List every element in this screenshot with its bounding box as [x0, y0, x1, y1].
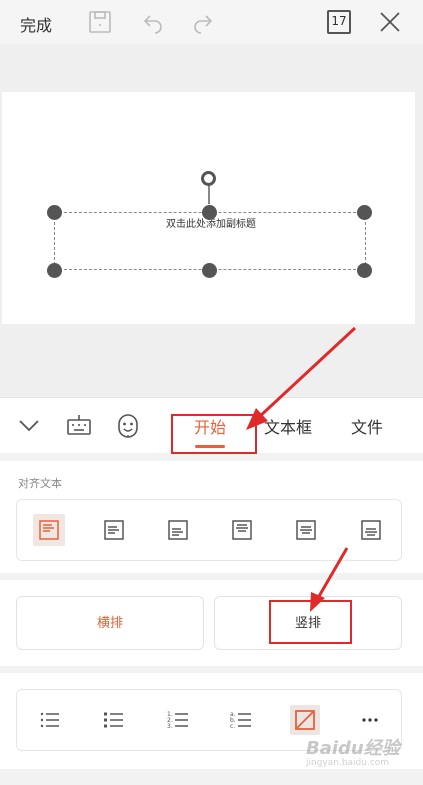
align-middle-left-button[interactable] — [98, 514, 130, 546]
align-bottom-left-icon — [168, 520, 188, 540]
resize-handle-top-right[interactable] — [357, 205, 372, 220]
close-icon[interactable] — [378, 10, 402, 34]
align-middle-center-button[interactable] — [290, 514, 322, 546]
highlight-box-vertical — [269, 600, 352, 644]
numbered-list-icon: 1.2.3. — [167, 711, 188, 730]
baidu-watermark: Baidu经验 jingyan.baidu.com — [306, 732, 416, 776]
slide-canvas-area: 双击此处添加副标题 — [0, 44, 423, 396]
save-icon[interactable] — [88, 10, 112, 34]
align-top-left-button[interactable] — [33, 514, 65, 546]
more-icon — [362, 718, 378, 722]
filled-bullet-list-icon — [104, 712, 123, 728]
svg-text:c.: c. — [230, 723, 235, 730]
align-bottom-center-icon — [361, 520, 381, 540]
align-bottom-left-button[interactable] — [162, 514, 194, 546]
tab-file[interactable]: 文件 — [351, 414, 383, 438]
no-list-icon — [295, 710, 315, 730]
lettered-list-icon: a.b.c. — [230, 711, 251, 730]
more-options-button[interactable] — [355, 705, 385, 735]
watermark-brand: Baidu经验 — [306, 738, 400, 759]
text-direction-panel: 横排 竖排 — [0, 580, 423, 666]
align-text-panel: 对齐文本 — [0, 461, 423, 573]
subtitle-textbox[interactable]: 双击此处添加副标题 — [54, 212, 366, 270]
page-count: 17 — [331, 14, 347, 28]
highlight-box-start-tab — [171, 414, 257, 454]
bullet-list-icon — [40, 712, 59, 728]
horizontal-text-button[interactable]: 横排 — [16, 596, 204, 650]
top-toolbar: 完成 17 — [0, 0, 423, 44]
no-list-button[interactable] — [290, 705, 320, 735]
resize-handle-bottom-right[interactable] — [357, 263, 372, 278]
undo-icon[interactable] — [141, 10, 165, 34]
rotation-connector — [208, 184, 210, 204]
redo-icon[interactable] — [191, 10, 215, 34]
align-top-left-icon — [39, 520, 59, 540]
edit-tabbar: 开始 文本框 文件 — [0, 397, 423, 454]
watermark-url: jingyan.baidu.com — [306, 758, 390, 768]
resize-handle-top[interactable] — [202, 205, 217, 220]
tab-textbox[interactable]: 文本框 — [264, 414, 312, 438]
done-button[interactable]: 完成 — [20, 12, 52, 36]
page-count-button[interactable]: 17 — [327, 10, 351, 34]
resize-handle-bottom-left[interactable] — [47, 263, 62, 278]
align-top-center-icon — [232, 520, 252, 540]
align-options-card — [16, 499, 402, 561]
bullet-list-button[interactable] — [35, 705, 65, 735]
align-middle-left-icon — [104, 520, 124, 540]
align-top-center-button[interactable] — [226, 514, 258, 546]
rotation-handle[interactable] — [201, 171, 216, 186]
emoji-icon[interactable] — [115, 412, 141, 438]
resize-handle-top-left[interactable] — [47, 205, 62, 220]
resize-handle-bottom[interactable] — [202, 263, 217, 278]
numbered-list-button[interactable]: 1. 2. 3. — [163, 705, 193, 735]
svg-text:3.: 3. — [167, 723, 173, 730]
align-text-title: 对齐文本 — [18, 477, 62, 490]
keyboard-icon[interactable] — [66, 412, 92, 438]
lettered-list-button[interactable]: a. b. c. — [226, 705, 256, 735]
align-middle-center-icon — [296, 520, 316, 540]
slide[interactable]: 双击此处添加副标题 — [2, 92, 415, 324]
chevron-down-icon[interactable] — [16, 412, 42, 438]
align-bottom-center-button[interactable] — [355, 514, 387, 546]
filled-bullet-list-button[interactable] — [99, 705, 129, 735]
